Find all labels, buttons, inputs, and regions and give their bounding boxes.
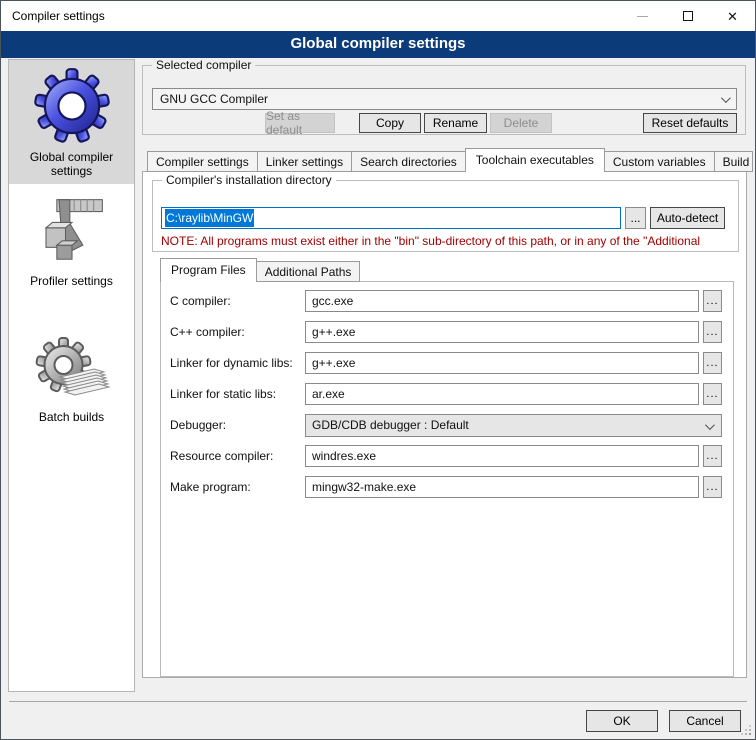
group-legend: Compiler's installation directory [162,173,336,187]
settings-category-list: Global compiler settings Profiler settin… [8,59,135,692]
maximize-icon [683,11,693,21]
field-label: Linker for dynamic libs: [170,356,305,370]
auto-detect-button[interactable]: Auto-detect [650,207,725,229]
field-label: C++ compiler: [170,325,305,339]
form-row-dynamic-linker: Linker for dynamic libs: g++.exe ... [170,352,722,374]
browse-make-program-button[interactable]: ... [703,476,722,498]
form-row-debugger: Debugger: GDB/CDB debugger : Default [170,414,722,436]
cancel-button[interactable]: Cancel [669,710,741,732]
resource-compiler-input[interactable]: windres.exe [305,445,699,467]
page-title: Global compiler settings [1,31,755,58]
minimize-button[interactable] [620,1,665,31]
field-value: g++.exe [312,356,355,370]
compiler-select[interactable]: GNU GCC Compiler [152,88,737,110]
form-row-resource-compiler: Resource compiler: windres.exe ... [170,445,722,467]
window-title: Compiler settings [12,1,105,31]
field-value: gcc.exe [312,294,353,308]
reset-defaults-button[interactable]: Reset defaults [643,113,737,133]
field-value: g++.exe [312,325,355,339]
sidebar-item-batch-builds[interactable]: Batch builds [9,330,134,454]
browse-resource-compiler-button[interactable]: ... [703,445,722,467]
tab-additional-paths[interactable]: Additional Paths [256,261,361,282]
installation-directory-group: Compiler's installation directory C:\ray… [152,180,739,252]
tab-custom-variables[interactable]: Custom variables [604,151,715,172]
note-text: NOTE: All programs must exist either in … [161,234,732,248]
field-value: ar.exe [312,387,345,401]
ok-button[interactable]: OK [586,710,658,732]
toolchain-executables-page: Compiler's installation directory C:\ray… [142,171,747,678]
browse-directory-button[interactable]: ... [625,207,646,229]
selected-compiler-group: Selected compiler GNU GCC Compiler Set a… [142,65,746,135]
program-files-page: C compiler: gcc.exe ... C++ compiler: g+… [160,281,734,677]
compiler-select-value: GNU GCC Compiler [160,92,268,106]
browse-cpp-compiler-button[interactable]: ... [703,321,722,343]
chevron-down-icon [705,420,715,430]
blue-gear-icon [33,65,111,147]
settings-tab-strip: Compiler settings Linker settings Search… [147,148,756,172]
close-button[interactable]: ✕ [710,1,755,31]
tab-toolchain-executables[interactable]: Toolchain executables [465,148,605,172]
form-row-make-program: Make program: mingw32-make.exe ... [170,476,722,498]
browse-dynamic-linker-button[interactable]: ... [703,352,722,374]
tab-build-options[interactable]: Build options [714,151,753,172]
maximize-button[interactable] [665,1,710,31]
static-linker-input[interactable]: ar.exe [305,383,699,405]
resize-grip[interactable] [749,733,751,735]
sidebar-item-label: Batch builds [9,410,134,424]
dynamic-linker-input[interactable]: g++.exe [305,352,699,374]
form-row-cpp-compiler: C++ compiler: g++.exe ... [170,321,722,343]
sidebar-item-profiler-settings[interactable]: Profiler settings [9,184,134,308]
make-program-input[interactable]: mingw32-make.exe [305,476,699,498]
browse-static-linker-button[interactable]: ... [703,383,722,405]
caliper-icon [33,189,111,271]
close-icon: ✕ [727,10,738,23]
delete-button[interactable]: Delete [490,113,552,133]
field-label: Debugger: [170,418,305,432]
field-label: C compiler: [170,294,305,308]
debugger-select[interactable]: GDB/CDB debugger : Default [305,414,722,437]
chevron-down-icon [721,93,731,103]
field-value: mingw32-make.exe [312,480,416,494]
rename-button[interactable]: Rename [424,113,487,133]
cpp-compiler-input[interactable]: g++.exe [305,321,699,343]
tab-compiler-settings[interactable]: Compiler settings [147,151,258,172]
group-legend: Selected compiler [152,58,255,72]
compiler-settings-dialog: Compiler settings ✕ Global compiler sett… [0,0,756,740]
field-label: Make program: [170,480,305,494]
tab-linker-settings[interactable]: Linker settings [257,151,352,172]
tab-program-files[interactable]: Program Files [160,258,257,282]
minimize-icon [637,16,648,17]
sidebar-item-global-compiler-settings[interactable]: Global compiler settings [9,60,134,184]
footer-separator [9,701,747,702]
selected-path-text: C:\raylib\MinGW [165,209,254,227]
sidebar-item-label: Profiler settings [9,274,134,288]
field-value: windres.exe [312,449,376,463]
form-row-c-compiler: C compiler: gcc.exe ... [170,290,722,312]
installation-directory-input[interactable]: C:\raylib\MinGW [161,207,621,229]
field-label: Linker for static libs: [170,387,305,401]
set-as-default-button[interactable]: Set as default [265,113,335,133]
form-row-static-linker: Linker for static libs: ar.exe ... [170,383,722,405]
copy-button[interactable]: Copy [359,113,421,133]
browse-c-compiler-button[interactable]: ... [703,290,722,312]
sidebar-item-label: Global compiler settings [9,150,134,178]
gray-gear-stack-icon [33,335,111,407]
title-bar[interactable]: Compiler settings ✕ [1,1,755,31]
c-compiler-input[interactable]: gcc.exe [305,290,699,312]
program-files-tab-strip: Program Files Additional Paths [160,256,359,282]
field-label: Resource compiler: [170,449,305,463]
debugger-select-value: GDB/CDB debugger : Default [312,418,469,432]
caption-buttons: ✕ [620,1,755,31]
tab-search-directories[interactable]: Search directories [351,151,466,172]
